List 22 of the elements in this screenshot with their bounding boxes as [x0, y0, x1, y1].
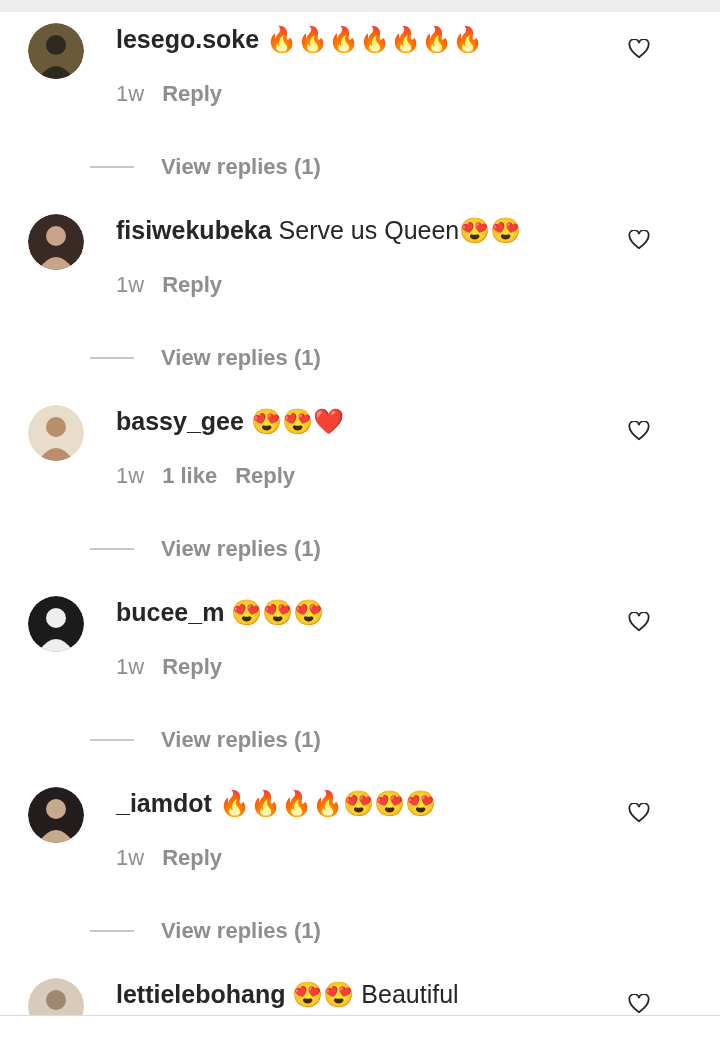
reply-link[interactable]: Reply	[162, 77, 223, 110]
reply-link[interactable]: Reply	[162, 650, 223, 683]
comment-text: lettielebohang 😍😍 Beautiful	[116, 979, 459, 1011]
reply-link[interactable]: Reply	[162, 841, 223, 874]
view-replies-link[interactable]: View replies (1)	[161, 150, 321, 183]
comment-time: 1w	[116, 80, 145, 108]
view-replies-link[interactable]: View replies (1)	[161, 341, 321, 374]
reply-link[interactable]: Reply	[162, 268, 223, 301]
comment-text: lesego.soke 🔥🔥🔥🔥🔥🔥🔥	[116, 24, 484, 56]
comment-text: fisiwekubeka Serve us Queen😍😍	[116, 215, 522, 247]
comment-text: _iamdot 🔥🔥🔥🔥😍😍😍	[116, 788, 436, 820]
comment-text: bassy_gee 😍😍❤	[116, 406, 344, 438]
comment-time: 1w	[116, 462, 145, 490]
view-replies-link[interactable]: View replies (1)	[161, 723, 321, 756]
comment-time: 1w	[116, 271, 145, 299]
comment-time: 1w	[116, 653, 145, 681]
reply-link[interactable]: Reply	[235, 459, 296, 492]
comment-time: 1w	[116, 844, 145, 872]
view-replies-link[interactable]: View replies (1)	[161, 532, 321, 565]
comment-text: bucee_m 😍😍😍	[116, 597, 325, 629]
likes-count-link[interactable]: 1 like	[162, 459, 218, 492]
view-replies-link[interactable]: View replies (1)	[161, 914, 321, 947]
